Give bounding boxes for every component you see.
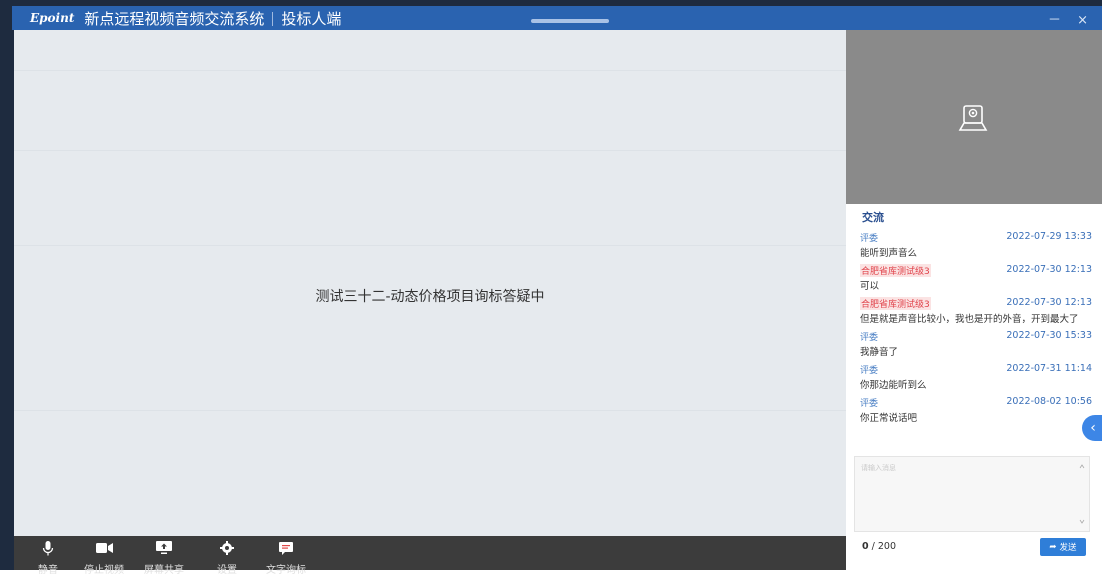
chat-message-list[interactable]: 评委 2022-07-29 13:33 能听到声音么 合肥省库测试级3 2022… [860, 231, 1092, 429]
message-sender: 合肥省库测试级3 [860, 297, 931, 310]
message-time: 2022-07-30 12:13 [1006, 264, 1092, 275]
drag-handle[interactable] [531, 19, 609, 23]
title-bar[interactable]: Epoint 新点远程视频音频交流系统 投标人端 － × [12, 6, 1102, 30]
message-time: 2022-07-31 11:14 [1006, 363, 1092, 374]
video-camera-icon [74, 540, 134, 556]
gear-icon [197, 540, 257, 556]
bg-line [14, 70, 846, 71]
chat-message: 评委 2022-08-02 10:56 你正常说话吧 [860, 396, 1092, 429]
stop-video-button[interactable]: 停止视频 [74, 540, 134, 576]
app-title-text: 新点远程视频音频交流系统 [84, 9, 265, 28]
stop-video-label: 停止视频 [84, 565, 124, 576]
send-arrow-icon: ➦ [1049, 542, 1057, 552]
webcam-icon [958, 105, 988, 131]
collapse-panel-button[interactable]: ‹ [1082, 415, 1102, 441]
settings-label: 设置 [217, 565, 237, 576]
message-time: 2022-07-30 15:33 [1006, 330, 1092, 341]
chat-message: 评委 2022-07-31 11:14 你那边能听到么 [860, 363, 1092, 396]
text-query-label: 文字询标 [266, 565, 306, 576]
send-button[interactable]: ➦ 发送 [1040, 538, 1086, 556]
message-text: 我静音了 [860, 347, 899, 358]
epoint-logo: Epoint [30, 11, 75, 25]
send-label: 发送 [1059, 543, 1077, 553]
message-text: 你那边能听到么 [860, 380, 927, 391]
char-count-value: 0 [862, 541, 869, 552]
message-sender: 评委 [860, 234, 879, 244]
chat-title: 交流 [862, 211, 884, 224]
settings-button[interactable]: 设置 [197, 540, 257, 576]
input-scrollbar[interactable] [1079, 463, 1085, 525]
chat-message: 评委 2022-07-30 15:33 我静音了 [860, 330, 1092, 363]
message-time: 2022-07-29 13:33 [1006, 231, 1092, 242]
local-video-preview [846, 30, 1102, 204]
message-sender: 评委 [860, 366, 879, 376]
chat-message: 合肥省库测试级3 2022-07-30 12:13 但是就是声音比较小，我也是开… [860, 297, 1092, 330]
message-sender: 评委 [860, 399, 879, 409]
app-title: 新点远程视频音频交流系统 投标人端 [84, 8, 341, 29]
meeting-status-text: 测试三十二-动态价格项目询标答疑中 [315, 289, 545, 305]
screen-share-icon [134, 540, 194, 556]
bg-line [14, 150, 846, 151]
main-video-area: 测试三十二-动态价格项目询标答疑中 [14, 30, 846, 536]
chat-message: 评委 2022-07-29 13:33 能听到声音么 [860, 231, 1092, 264]
bottom-toolbar: 静音 停止视频 屏幕共享 设置 文字询标 [14, 536, 846, 576]
message-text: 可以 [860, 281, 880, 292]
bg-line [14, 410, 846, 411]
chevron-left-icon: ‹ [1090, 420, 1096, 436]
mute-label: 静音 [38, 565, 58, 576]
message-sender: 评委 [860, 333, 879, 343]
message-text: 但是就是声音比较小，我也是开的外音，开到最大了 [860, 314, 1079, 325]
message-text: 你正常说话吧 [860, 413, 918, 424]
text-query-button[interactable]: 文字询标 [256, 540, 316, 576]
message-sender: 合肥省库测试级3 [860, 264, 931, 277]
role-title: 投标人端 [281, 9, 342, 28]
title-divider [272, 12, 274, 26]
input-placeholder: 请输入消息 [861, 464, 896, 472]
screen-share-label: 屏幕共享 [144, 565, 184, 576]
screen-share-button[interactable]: 屏幕共享 [134, 540, 194, 576]
message-time: 2022-07-30 12:13 [1006, 297, 1092, 308]
chat-message: 合肥省库测试级3 2022-07-30 12:13 可以 [860, 264, 1092, 297]
app-window: Epoint 新点远程视频音频交流系统 投标人端 － × 测试三十二-动态价格项目… [0, 0, 1102, 576]
chat-bubble-icon [256, 540, 316, 556]
window-controls[interactable]: － × [1048, 9, 1094, 28]
bg-line [14, 245, 846, 246]
message-text: 能听到声音么 [860, 248, 918, 259]
message-time: 2022-08-02 10:56 [1006, 396, 1092, 407]
character-counter: 0 / 200 [862, 541, 896, 552]
microphone-icon [18, 540, 78, 556]
mute-button[interactable]: 静音 [18, 540, 78, 576]
char-limit: / 200 [871, 541, 897, 552]
chat-message-input[interactable]: 请输入消息 [854, 456, 1090, 532]
